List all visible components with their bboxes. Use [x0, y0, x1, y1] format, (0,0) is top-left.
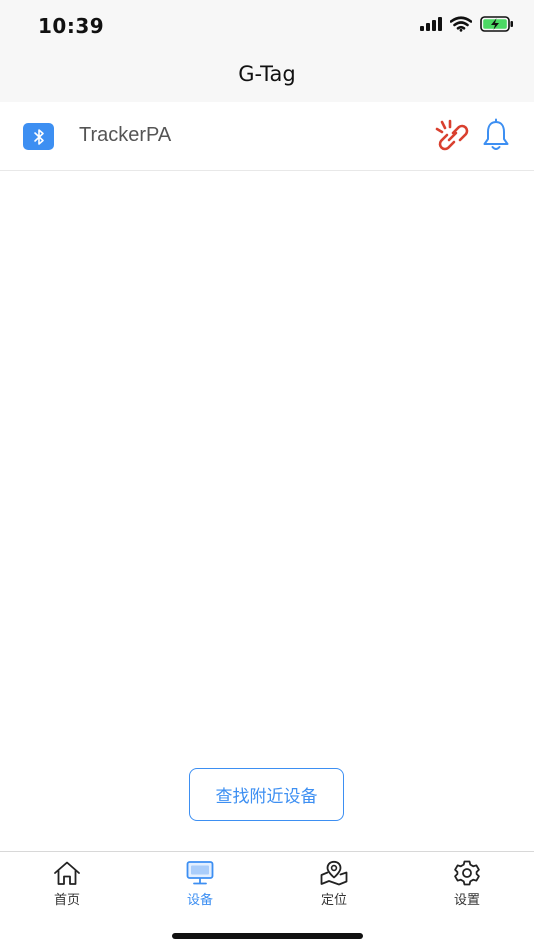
- page-title: G-Tag: [238, 62, 296, 86]
- top-bar: 10:39 G-Tag: [0, 0, 534, 102]
- bell-icon[interactable]: [481, 118, 511, 152]
- tab-settings-label: 设置: [453, 893, 480, 908]
- home-indicator[interactable]: [172, 933, 363, 939]
- tab-devices[interactable]: 设备: [150, 860, 250, 908]
- status-icons: [420, 16, 514, 32]
- tab-location-label: 定位: [320, 893, 347, 908]
- monitor-icon: [186, 861, 214, 885]
- link-broken-icon[interactable]: [433, 119, 471, 153]
- bluetooth-icon: [23, 123, 54, 150]
- home-icon: [54, 861, 80, 885]
- device-name: TrackerPA: [79, 124, 172, 146]
- wifi-icon: [450, 16, 472, 32]
- battery-charging-icon: [480, 16, 513, 32]
- tab-settings[interactable]: 设置: [417, 860, 517, 908]
- app-screen: 10:39 G-Tag TrackerPA 查找附近设备 首页 设备 定位 设置: [0, 0, 534, 950]
- signal-icon: [420, 17, 442, 31]
- device-row[interactable]: TrackerPA: [0, 102, 534, 171]
- location-map-icon: [320, 860, 348, 886]
- tab-home[interactable]: 首页: [17, 860, 117, 908]
- tab-devices-label: 设备: [186, 893, 213, 908]
- status-time: 10:39: [38, 14, 105, 38]
- tab-home-label: 首页: [53, 893, 80, 908]
- tab-location[interactable]: 定位: [284, 860, 384, 908]
- scan-nearby-devices-button[interactable]: 查找附近设备: [189, 768, 344, 821]
- gear-icon: [454, 860, 480, 886]
